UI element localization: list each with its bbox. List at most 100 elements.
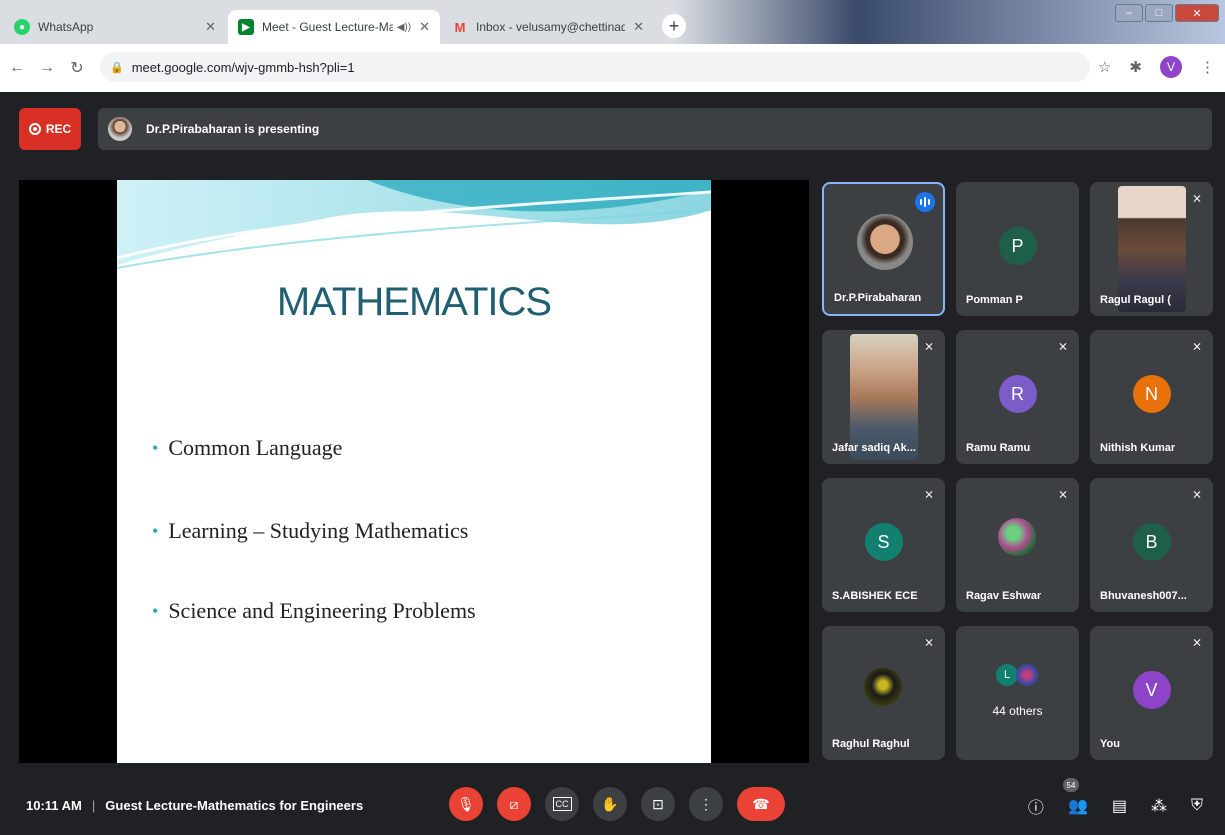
- participant-name: Jafar sadiq Ak...: [832, 442, 916, 454]
- rec-label: REC: [45, 122, 72, 136]
- mic-muted-icon: ⨯: [1191, 339, 1203, 353]
- participant-name: Ragul Ragul (: [1100, 294, 1171, 306]
- camera-toggle-button[interactable]: ⧄: [497, 787, 531, 821]
- participant-tile[interactable]: ⨯ Jafar sadiq Ak...: [822, 330, 945, 464]
- profile-avatar[interactable]: V: [1160, 56, 1182, 78]
- reload-icon[interactable]: ↻: [64, 58, 90, 78]
- tab-title: Meet - Guest Lecture-Mathe: [262, 20, 393, 34]
- participant-tile[interactable]: N ⨯ Nithish Kumar: [1090, 330, 1213, 464]
- participant-photo: [864, 668, 902, 706]
- raise-hand-button[interactable]: ✋: [593, 787, 627, 821]
- participant-tile[interactable]: Dr.P.Pirabaharan: [822, 182, 945, 316]
- extensions-puzzle-icon[interactable]: ✱: [1129, 58, 1142, 76]
- mic-muted-icon: ⨯: [1191, 635, 1203, 649]
- participant-avatar: V: [1132, 670, 1171, 709]
- present-screen-icon: ⊡: [652, 795, 664, 812]
- speaking-indicator-icon: [915, 192, 935, 212]
- meet-icon: ▶: [238, 19, 254, 35]
- maximize-icon[interactable]: □: [1145, 4, 1173, 22]
- participant-tile-self[interactable]: V ⨯ You: [1090, 626, 1213, 760]
- bullet-icon: •: [152, 520, 159, 541]
- present-button[interactable]: ⊡: [641, 787, 675, 821]
- captions-button[interactable]: CC: [545, 787, 579, 821]
- participant-name: S.ABISHEK ECE: [832, 590, 918, 602]
- separator: |: [91, 798, 96, 813]
- chat-icon[interactable]: ▤: [1112, 796, 1127, 816]
- bookmark-star-icon[interactable]: ☆: [1098, 58, 1111, 76]
- participant-tile[interactable]: ⨯ Raghul Raghul: [822, 626, 945, 760]
- participant-avatar: B: [1132, 522, 1171, 561]
- participant-name: Nithish Kumar: [1100, 442, 1176, 454]
- whatsapp-icon: ●: [14, 19, 30, 35]
- browser-toolbar: ← → ↻ 🔒 meet.google.com/wjv-gmmb-hsh?pli…: [0, 44, 1225, 92]
- participant-tile[interactable]: P Pomman P: [956, 182, 1079, 316]
- tab-gmail[interactable]: M Inbox - velusamy@chettinadtech ✕: [442, 10, 654, 44]
- lock-icon[interactable]: 🔒: [110, 61, 124, 74]
- participant-avatar: S: [864, 522, 903, 561]
- participant-avatar: P: [998, 226, 1037, 265]
- meeting-details-icon[interactable]: ⓘ: [1028, 794, 1044, 818]
- back-icon[interactable]: ←: [4, 59, 30, 77]
- bullet-text: Science and Engineering Problems: [168, 598, 476, 623]
- browser-chrome: ● WhatsApp ✕ ▶ Meet - Guest Lecture-Math…: [0, 0, 1225, 92]
- mic-muted-icon: ⨯: [923, 339, 935, 353]
- address-bar[interactable]: 🔒 meet.google.com/wjv-gmmb-hsh?pli=1: [100, 52, 1090, 82]
- presenting-banner: Dr.P.Pirabaharan is presenting: [98, 108, 1212, 150]
- participant-tile-others[interactable]: L 44 others: [956, 626, 1079, 760]
- audio-playing-icon[interactable]: ◀)): [397, 22, 411, 33]
- participant-name: Pomman P: [966, 294, 1023, 306]
- slide-wave-decoration: [117, 180, 711, 269]
- call-controls: 🎙 ⧄ CC ✋ ⊡ ⋮ ☎: [449, 787, 785, 821]
- mic-muted-icon: ⨯: [923, 487, 935, 501]
- close-tab-icon[interactable]: ✕: [205, 19, 216, 35]
- slide-title: MATHEMATICS: [276, 280, 552, 324]
- meeting-side-controls: ⓘ 👥 ▤ ⁂ ⛨: [1028, 794, 1203, 818]
- more-options-button[interactable]: ⋮: [689, 787, 723, 821]
- tab-whatsapp[interactable]: ● WhatsApp ✕: [4, 10, 226, 44]
- slide-bullet: • Science and Engineering Problems: [152, 598, 476, 624]
- tab-title: WhatsApp: [38, 20, 94, 34]
- hang-up-icon: ☎: [752, 795, 770, 812]
- forward-icon[interactable]: →: [34, 59, 60, 77]
- bullet-icon: •: [152, 600, 159, 621]
- new-tab-button[interactable]: +: [662, 14, 686, 38]
- participant-tile[interactable]: S ⨯ S.ABISHEK ECE: [822, 478, 945, 612]
- close-window-icon[interactable]: ✕: [1175, 4, 1219, 22]
- others-avatar: [1016, 664, 1038, 686]
- others-avatar: L: [996, 664, 1018, 686]
- presenting-text: Dr.P.Pirabaharan is presenting: [146, 122, 320, 136]
- mic-toggle-button[interactable]: 🎙: [449, 787, 483, 821]
- recording-indicator[interactable]: REC: [19, 108, 81, 150]
- participant-tile[interactable]: ⨯ Ragul Ragul (: [1090, 182, 1213, 316]
- people-count-badge: 54: [1063, 778, 1079, 792]
- participant-tile[interactable]: ⨯ Ragav Eshwar: [956, 478, 1079, 612]
- mic-off-icon: 🎙: [457, 795, 475, 812]
- tab-meet[interactable]: ▶ Meet - Guest Lecture-Mathe ◀)) ✕: [228, 10, 440, 44]
- minimize-icon[interactable]: –: [1115, 4, 1143, 22]
- gmail-icon: M: [454, 19, 466, 35]
- people-icon[interactable]: 👥: [1068, 796, 1088, 816]
- tab-strip: ● WhatsApp ✕ ▶ Meet - Guest Lecture-Math…: [0, 0, 1225, 44]
- participant-tile[interactable]: R ⨯ Ramu Ramu: [956, 330, 1079, 464]
- slide-bullet: • Learning – Studying Mathematics: [152, 518, 468, 544]
- bullet-text: Common Language: [168, 435, 343, 460]
- close-tab-icon[interactable]: ✕: [419, 19, 430, 35]
- participant-name: Raghul Raghul: [832, 738, 910, 750]
- participant-name: Ramu Ramu: [966, 442, 1031, 454]
- meeting-info: 10:11 AM | Guest Lecture-Mathematics for…: [26, 798, 363, 813]
- window-controls: – □ ✕: [1115, 4, 1219, 22]
- presenter-avatar: [108, 117, 132, 141]
- participant-avatar: R: [998, 374, 1037, 413]
- browser-menu-icon[interactable]: ⋮: [1200, 58, 1215, 76]
- participant-tile[interactable]: B ⨯ Bhuvanesh007...: [1090, 478, 1213, 612]
- participant-name: You: [1100, 738, 1120, 750]
- more-vert-icon: ⋮: [699, 795, 713, 812]
- leave-call-button[interactable]: ☎: [737, 787, 785, 821]
- participant-name: Dr.P.Pirabaharan: [834, 292, 922, 304]
- mic-muted-icon: ⨯: [1191, 487, 1203, 501]
- participant-photo: [857, 214, 913, 270]
- close-tab-icon[interactable]: ✕: [633, 19, 644, 35]
- host-controls-shield-icon[interactable]: ⛨: [1191, 797, 1203, 815]
- meeting-controls-bar: 10:11 AM | Guest Lecture-Mathematics for…: [0, 778, 1225, 835]
- activities-icon[interactable]: ⁂: [1151, 796, 1167, 816]
